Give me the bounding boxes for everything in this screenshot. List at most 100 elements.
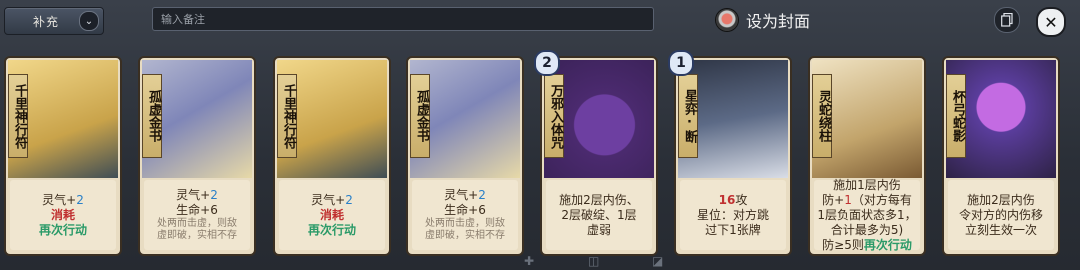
card-desc-line: 令对方的内伤移 (948, 208, 1054, 223)
card-desc-text: 1 (844, 192, 852, 207)
card-desc-text: 2 (345, 192, 353, 207)
tool2-icon[interactable]: ◪ (652, 254, 668, 268)
card-desc-line: 防+1（对方每有 (814, 193, 920, 208)
card-desc-text: 虚弱 (586, 222, 611, 237)
close-icon: ✕ (1044, 12, 1058, 32)
card-desc-line: 防≥5则再次行动 (814, 238, 920, 253)
card-description: 施加2层内伤 令对方的内伤移 立刻生效一次 (948, 180, 1054, 250)
card-description: 灵气+2 生命+6 处两而击虚，则敌 虚即破，实相不存 (412, 180, 518, 250)
card-description: 灵气+2 消耗 再次行动 (279, 180, 385, 250)
card-desc-text: 生命+6 (444, 203, 486, 217)
card-desc-text: 灵气+ (176, 188, 211, 202)
card[interactable]: 千里神行符灵气+2 消耗 再次行动 (273, 56, 391, 256)
card-desc-text: 星位：对方跳 (696, 207, 769, 222)
set-cover-label: 设为封面 (746, 12, 811, 31)
card[interactable]: 孤虚金书 灵气+2 生命+6 处两而击虚，则敌 虚即破，实相不存 (138, 56, 256, 256)
tool-icon[interactable]: ◫ (588, 254, 604, 268)
card-name: 星弈·断 (678, 74, 698, 158)
card-frame: 孤虚金书灵气+2 生命+6 处两而击虚，则敌 虚即破，实相不存 (406, 56, 524, 256)
card-desc-line: 16攻 (680, 193, 786, 208)
copy-icon (1001, 13, 1013, 27)
card-desc-line: 1层负面状态多1， (814, 208, 920, 223)
card-description: 灵气+2 消耗 再次行动 (10, 180, 116, 250)
card-desc-line: 立刻生效一次 (948, 223, 1054, 238)
card-desc-line: 虚即破，实相不存 (412, 230, 518, 242)
card-desc-text: 消耗 (50, 207, 75, 222)
card-desc-text: 灵气+ (311, 192, 346, 207)
card-desc-text: 生命+6 (176, 203, 218, 217)
card-desc-text: 防+ (822, 192, 845, 207)
card-desc-text: 施加2层内伤 (967, 192, 1035, 207)
card-desc-line: 灵气+2 (144, 188, 250, 203)
supplement-dropdown[interactable]: 补充 ⌄ (4, 7, 104, 35)
card-desc-line: 处两而击虚，则敌 (412, 218, 518, 230)
plus-icon[interactable]: ✚ (524, 254, 540, 268)
cost-badge: 2 (534, 50, 560, 76)
card-desc-text: 消耗 (319, 207, 344, 222)
card-desc-line: 再次行动 (279, 223, 385, 238)
note-input[interactable] (152, 7, 654, 31)
close-button[interactable]: ✕ (1036, 7, 1066, 37)
card-desc-line: 灵气+2 (412, 188, 518, 203)
card-description: 16攻 星位：对方跳 过下1张牌 (680, 180, 786, 250)
card-desc-line: 消耗 (279, 208, 385, 223)
card[interactable]: 孤虚金书灵气+2 生命+6 处两而击虚，则敌 虚即破，实相不存 (406, 56, 524, 256)
card-desc-text: 施加1层内伤 (833, 177, 901, 192)
card-name: 千里神行符 (8, 74, 28, 158)
card-name: 灵蛇绕柱 (812, 74, 832, 158)
card-desc-line: 再次行动 (10, 223, 116, 238)
card-desc-line: 星位：对方跳 (680, 208, 786, 223)
card-desc-line: 虚弱 (546, 223, 652, 238)
card-description: 施加1层内伤 防+1（对方每有 1层负面状态多1， 合计最多为5) 防≥5则再次行动 (814, 178, 920, 253)
card-desc-line: 施加2层内伤 (948, 193, 1054, 208)
card-desc-line: 消耗 (10, 208, 116, 223)
card[interactable]: 灵蛇绕柱施加1层内伤 防+1（对方每有 1层负面状态多1， 合计最多为5) 防≥5则再次… (808, 56, 926, 256)
card-desc-line: 灵气+2 (279, 193, 385, 208)
card-name: 杯弓蛇影 (946, 74, 966, 158)
card[interactable]: 星弈·断 16攻 星位：对方跳 过下1张牌 1 (668, 50, 792, 256)
card-desc-line: 虚即破，实相不存 (144, 230, 250, 242)
card-desc-text: 再次行动 (38, 222, 87, 237)
card-desc-text: 1层负面状态多1， (817, 207, 917, 222)
cover-icon (716, 9, 738, 31)
card-frame: 灵蛇绕柱施加1层内伤 防+1（对方每有 1层负面状态多1， 合计最多为5) 防≥5则再次… (808, 56, 926, 256)
card-desc-text: 灵气+ (444, 188, 479, 202)
card-frame: 千里神行符灵气+2 消耗 再次行动 (273, 56, 391, 256)
card-name: 千里神行符 (277, 74, 297, 158)
card-frame: 孤虚金书 灵气+2 生命+6 处两而击虚，则敌 虚即破，实相不存 (138, 56, 256, 256)
card-frame: 千里神行符灵气+2 消耗 再次行动 (4, 56, 122, 256)
card-frame: 万邪入体咒施加2层内伤、 2层破绽、1层 虚弱 (540, 56, 658, 256)
card[interactable]: 万邪入体咒 施加2层内伤、 2层破绽、1层 虚弱 2 (534, 50, 658, 256)
card-desc-text: 令对方的内伤移 (958, 207, 1043, 222)
card-desc-text: 2 (478, 188, 486, 202)
bottom-toolbar: ✚ ◫ ◪ (0, 252, 1080, 270)
card-desc-text: 处两而击虚，则敌 (425, 218, 505, 229)
card-desc-text: 再次行动 (863, 237, 912, 252)
card-desc-text: （对方每有 (851, 192, 912, 207)
set-cover-button[interactable]: 设为封面 (716, 6, 810, 34)
card-desc-line: 生命+6 (144, 203, 250, 218)
card[interactable]: 千里神行符灵气+2 消耗 再次行动 (4, 56, 122, 256)
card-frame: 星弈·断 16攻 星位：对方跳 过下1张牌 (674, 56, 792, 256)
card-desc-text: 合计最多为5) (830, 222, 904, 237)
supplement-label: 补充 (33, 14, 60, 29)
card-desc-text: 施加2层内伤、 (559, 192, 639, 207)
card-desc-text: 2 (76, 192, 84, 207)
copy-button[interactable] (994, 7, 1020, 33)
card-desc-text: 处两而击虚，则敌 (157, 218, 237, 229)
card-desc-line: 处两而击虚，则敌 (144, 218, 250, 230)
card-desc-line: 施加1层内伤 (814, 178, 920, 193)
card-desc-text: 2层破绽、1层 (561, 207, 637, 222)
card-desc-text: 攻 (735, 192, 748, 207)
card-desc-line: 生命+6 (412, 203, 518, 218)
card-desc-text: 16 (718, 192, 736, 207)
card-desc-line: 2层破绽、1层 (546, 208, 652, 223)
card[interactable]: 杯弓蛇影施加2层内伤 令对方的内伤移 立刻生效一次 (942, 56, 1060, 256)
card-desc-line: 施加2层内伤、 (546, 193, 652, 208)
card-desc-text: 再次行动 (307, 222, 356, 237)
card-desc-text: 防≥5则 (822, 237, 864, 252)
top-bar: 补充 ⌄ 设为封面 ✕ (0, 0, 1080, 40)
card-name: 万邪入体咒 (544, 74, 564, 158)
card-desc-text: 虚即破，实相不存 (425, 230, 505, 241)
card-name: 孤虚金书 (410, 74, 430, 158)
